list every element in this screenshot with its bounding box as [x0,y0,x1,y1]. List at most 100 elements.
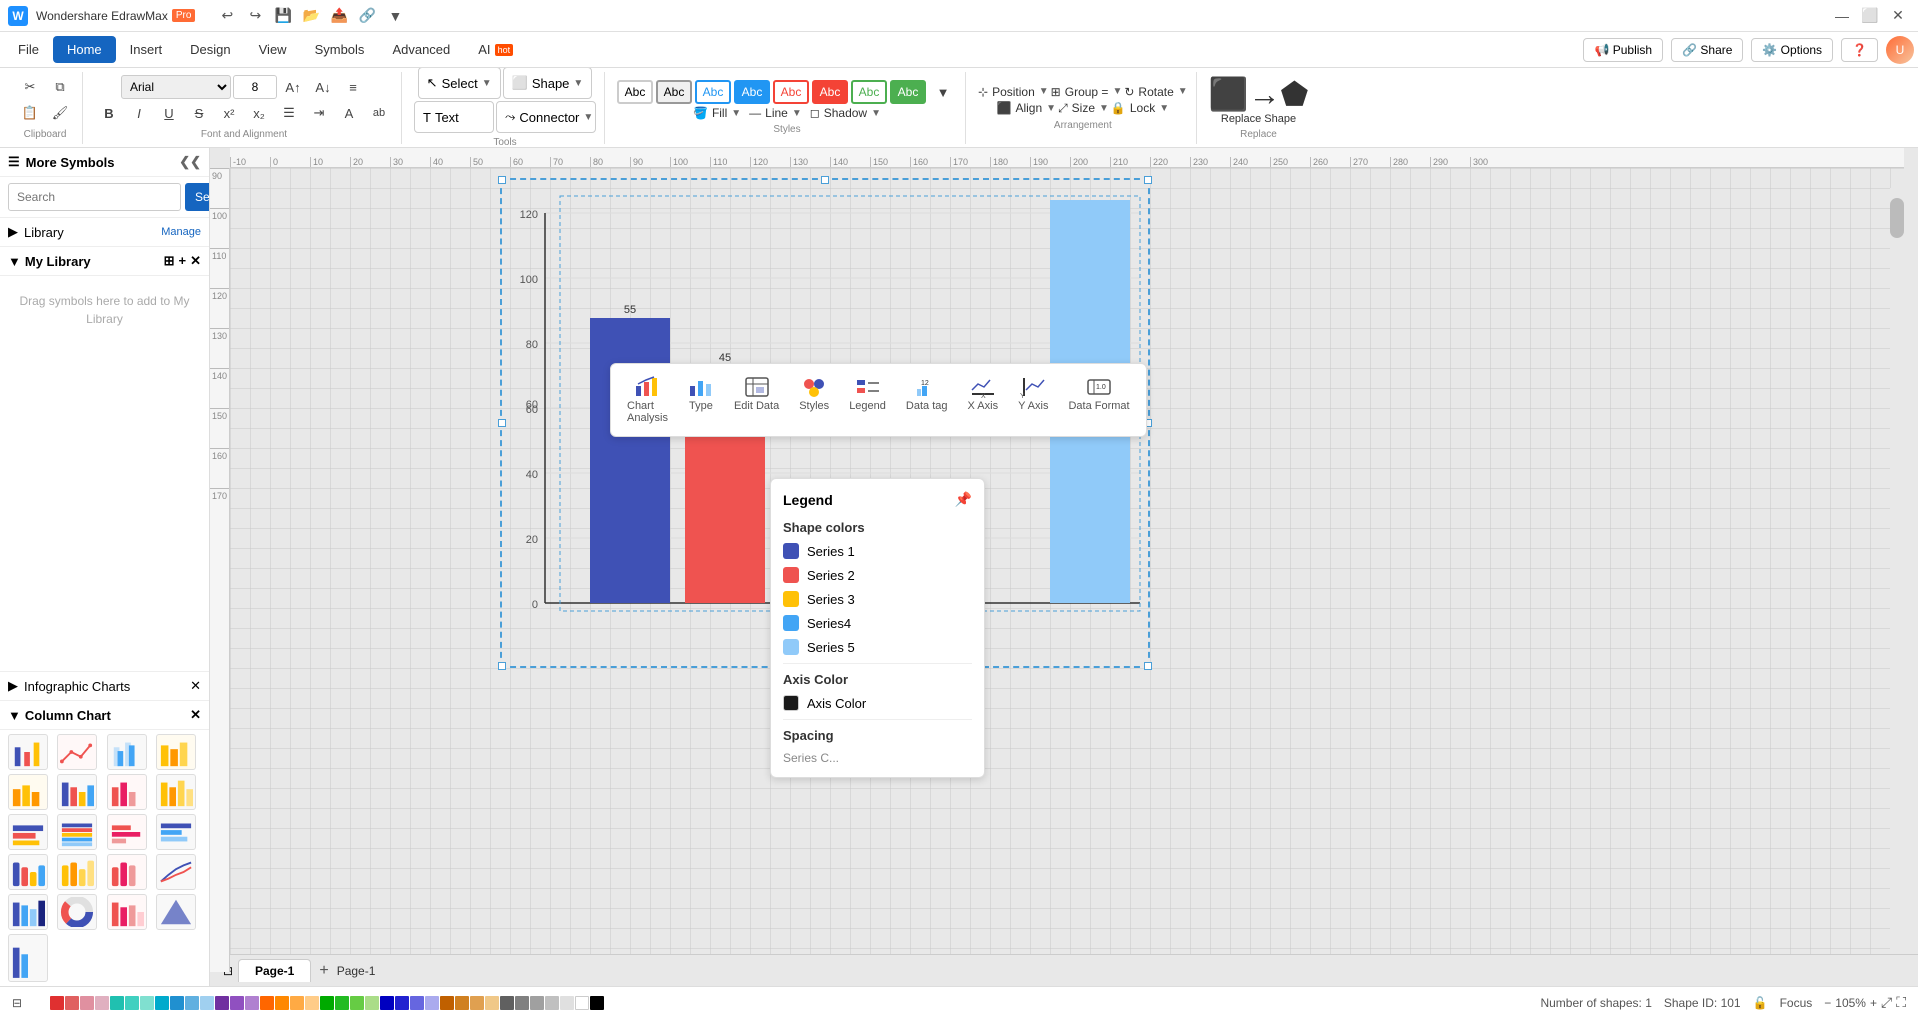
focus-label[interactable]: Focus [1780,996,1813,1010]
canvas-content[interactable]: 120 100 80 60 40 20 0 [230,168,1904,972]
shadow-button[interactable]: ◻ Shadow ▼ [810,106,881,120]
bold-button[interactable]: B [95,101,123,125]
search-button[interactable]: Search [185,183,210,211]
panel-collapse-button[interactable]: ❮❮ [179,154,201,170]
help-button[interactable]: ❓ [1841,38,1878,62]
font-size-input[interactable] [233,75,277,99]
palette-swatch-19[interactable] [335,996,349,1010]
palette-swatch-36[interactable] [590,996,604,1010]
chart-thumb-15[interactable] [107,854,147,890]
text-button[interactable]: T Text [414,101,494,133]
indent-button[interactable]: ⇥ [305,101,333,125]
palette-swatch-7[interactable] [155,996,169,1010]
menu-insert[interactable]: Insert [116,36,177,63]
my-library-add-icon[interactable]: + [179,253,187,269]
palette-swatch-23[interactable] [395,996,409,1010]
palette-swatch-17[interactable] [305,996,319,1010]
chart-thumb-18[interactable] [57,894,97,930]
menu-home[interactable]: Home [53,36,116,63]
palette-swatch-16[interactable] [290,996,304,1010]
group-button[interactable]: ⊞ Group = ▼ [1051,85,1123,99]
text-align-button[interactable]: ≡ [339,75,367,99]
palette-swatch-18[interactable] [320,996,334,1010]
minimize-button[interactable]: — [1830,4,1854,28]
scrollbar-vertical[interactable] [1890,188,1904,972]
palette-swatch-31[interactable] [515,996,529,1010]
chart-thumb-2[interactable] [57,734,97,770]
lock-button[interactable]: 🔒 Lock ▼ [1111,101,1169,115]
chart-analysis-tool[interactable]: ChartAnalysis [619,372,676,428]
palette-swatch-12[interactable] [230,996,244,1010]
zoom-fit-button[interactable]: ⤢ [1881,994,1892,1011]
more-button[interactable]: ▼ [383,4,407,28]
cut-button[interactable]: ✂ [16,75,44,99]
save-button[interactable]: 💾 [271,4,295,28]
menu-design[interactable]: Design [176,36,244,63]
format-painter-button[interactable]: 🖌 [46,101,74,125]
palette-swatch-32[interactable] [530,996,544,1010]
menu-view[interactable]: View [245,36,301,63]
type-tool[interactable]: Type [680,372,722,428]
chart-thumb-11[interactable] [107,814,147,850]
page-view-icon[interactable]: ⊟ [12,996,22,1010]
font-family-select[interactable]: Arial [121,75,231,99]
chart-thumb-1[interactable] [8,734,48,770]
palette-swatch-25[interactable] [425,996,439,1010]
highlight-button[interactable]: ab [365,101,393,125]
chart-thumb-7[interactable] [107,774,147,810]
strikethrough-button[interactable]: S [185,101,213,125]
style-2-button[interactable]: Abc [656,80,692,104]
bullet-button[interactable]: ☰ [275,101,303,125]
palette-swatch-4[interactable] [110,996,124,1010]
position-button[interactable]: ⊹ Position ▼ [978,85,1049,99]
manage-button[interactable]: Manage [161,226,201,238]
tab-add-button[interactable]: + [319,962,328,980]
palette-swatch-2[interactable] [80,996,94,1010]
chart-thumb-17[interactable] [8,894,48,930]
chart-thumb-4[interactable] [156,734,196,770]
superscript-button[interactable]: x² [215,101,243,125]
style-7-button[interactable]: Abc [851,80,887,104]
palette-swatch-28[interactable] [470,996,484,1010]
chart-thumb-14[interactable] [57,854,97,890]
infographic-charts-row[interactable]: ▶ Infographic Charts ✕ [0,671,209,701]
zoom-in-button[interactable]: + [1870,996,1877,1010]
replace-shape-button[interactable]: ⬛→⬟ Replace Shape [1209,75,1309,125]
share-qr-button[interactable]: 🔗 [355,4,379,28]
options-button[interactable]: ⚙️ Options [1751,38,1833,62]
open-button[interactable]: 📂 [299,4,323,28]
zoom-out-button[interactable]: − [1824,996,1831,1010]
palette-swatch-9[interactable] [185,996,199,1010]
search-input[interactable] [8,183,181,211]
palette-swatch-20[interactable] [350,996,364,1010]
palette-swatch-26[interactable] [440,996,454,1010]
palette-swatch-24[interactable] [410,996,424,1010]
chart-thumb-6[interactable] [57,774,97,810]
palette-swatch-6[interactable] [140,996,154,1010]
chart-thumb-8[interactable] [156,774,196,810]
font-increase-button[interactable]: A↑ [279,75,307,99]
styles-expand-button[interactable]: ▼ [929,80,957,104]
palette-swatch-34[interactable] [560,996,574,1010]
paste-button[interactable]: 📋 [16,101,44,125]
palette-swatch-15[interactable] [275,996,289,1010]
chart-thumb-13[interactable] [8,854,48,890]
underline-button[interactable]: U [155,101,183,125]
edit-data-tool[interactable]: Edit Data [726,372,787,428]
style-4-button[interactable]: Abc [734,80,770,104]
undo-button[interactable]: ↩ [215,4,239,28]
menu-file[interactable]: File [4,36,53,63]
fill-button[interactable]: 🪣 Fill ▼ [693,106,741,120]
palette-swatch-3[interactable] [95,996,109,1010]
chart-thumb-5[interactable] [8,774,48,810]
data-format-tool[interactable]: 1.0 Data Format [1060,372,1137,428]
column-chart-row[interactable]: ▼ Column Chart ✕ [0,701,209,730]
palette-swatch-11[interactable] [215,996,229,1010]
style-3-button[interactable]: Abc [695,80,731,104]
chart-thumb-3[interactable] [107,734,147,770]
subscript-button[interactable]: x₂ [245,101,273,125]
font-color-button[interactable]: A [335,101,363,125]
menu-advanced[interactable]: Advanced [378,36,464,63]
palette-swatch-14[interactable] [260,996,274,1010]
y-axis-tool[interactable]: Y Y Axis [1010,372,1056,428]
